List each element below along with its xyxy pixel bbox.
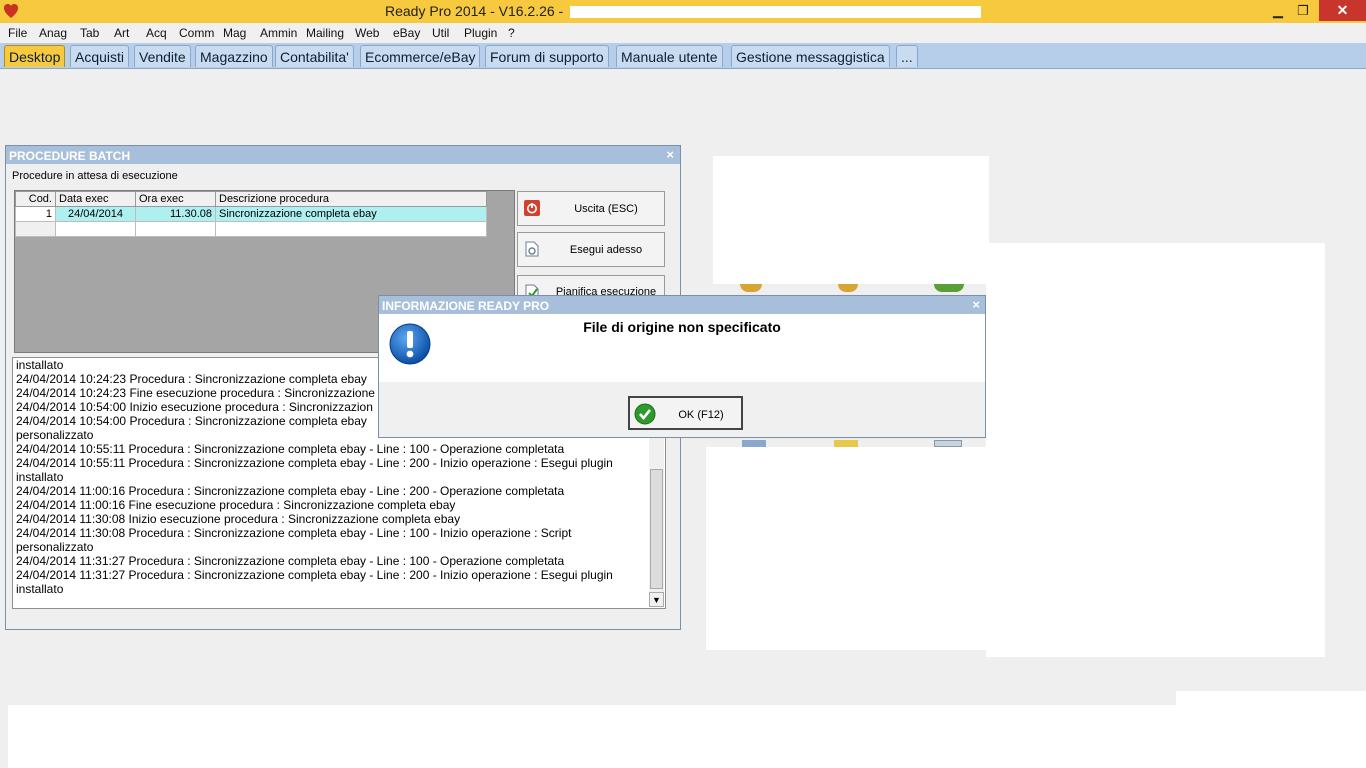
tab-forum[interactable]: Forum di supporto: [485, 45, 609, 67]
tab-acquisti[interactable]: Acquisti: [70, 45, 130, 67]
info-close-icon[interactable]: ×: [972, 297, 980, 312]
tab-desktop[interactable]: Desktop: [4, 45, 66, 67]
menu-file[interactable]: File: [8, 26, 27, 40]
ok-button[interactable]: OK (F12): [628, 396, 743, 430]
close-button[interactable]: ✕: [1319, 0, 1366, 21]
cell-empty: [135, 221, 216, 237]
log-line: personalizzato: [16, 540, 94, 554]
batch-window-title: PROCEDURE BATCH: [9, 149, 131, 163]
menu-art[interactable]: Art: [114, 26, 129, 40]
column-header-cod[interactable]: Cod.: [15, 191, 56, 207]
minimize-button[interactable]: ▁: [1266, 2, 1290, 20]
menu-comm[interactable]: Comm: [179, 26, 214, 40]
menu-plugin[interactable]: Plugin: [464, 26, 497, 40]
column-header-ora-exec[interactable]: Ora exec: [135, 191, 216, 207]
run-now-button-label: Esegui adesso: [569, 244, 643, 256]
cell-descrizione: Sincronizzazione completa ebay: [215, 206, 487, 222]
log-line: 24/04/2014 11:31:27 Procedura : Sincroni…: [16, 554, 565, 568]
ready-pro-app-icon[interactable]: [4, 3, 18, 19]
tab-contabilita[interactable]: Contabilita': [275, 45, 354, 67]
menu-ammin[interactable]: Ammin: [260, 26, 297, 40]
log-line: 24/04/2014 11:30:08 Inizio esecuzione pr…: [16, 512, 461, 526]
batch-close-icon[interactable]: ×: [666, 147, 674, 162]
menu-help[interactable]: ?: [508, 26, 515, 40]
log-scrollbar-thumb[interactable]: [650, 469, 663, 589]
redacted-title-area: [570, 6, 981, 18]
menu-mag[interactable]: Mag: [223, 26, 246, 40]
run-now-button[interactable]: Esegui adesso: [517, 232, 665, 267]
table-header-row: Cod. Data exec Ora exec Descrizione proc…: [15, 191, 487, 207]
log-line: 24/04/2014 11:00:16 Fine esecuzione proc…: [16, 498, 456, 512]
menu-acq[interactable]: Acq: [146, 26, 167, 40]
menu-tab[interactable]: Tab: [80, 26, 99, 40]
menu-util[interactable]: Util: [432, 26, 449, 40]
redacted-area: [1176, 691, 1366, 711]
redacted-area: [986, 243, 1325, 657]
redacted-area: [713, 156, 989, 284]
batch-window-header: PROCEDURE BATCH ×: [6, 146, 680, 164]
desktop-icon[interactable]: [740, 284, 762, 292]
log-line: 24/04/2014 10:55:11 Procedura : Sincroni…: [16, 442, 565, 456]
procedures-table: Cod. Data exec Ora exec Descrizione proc…: [15, 191, 487, 237]
info-dialog-title: INFORMAZIONE READY PRO: [382, 299, 550, 313]
info-dialog: INFORMAZIONE READY PRO × File di origine…: [378, 295, 986, 438]
desktop-icon[interactable]: [742, 440, 766, 447]
redacted-area: [706, 447, 988, 650]
tab-ecommerce-ebay[interactable]: Ecommerce/eBay: [360, 45, 481, 67]
tab-messaggistica[interactable]: Gestione messaggistica: [731, 45, 890, 67]
menu-web[interactable]: Web: [355, 26, 379, 40]
desktop-icon[interactable]: [934, 440, 962, 447]
log-line: 24/04/2014 11:31:27 Procedura : Sincroni…: [16, 568, 613, 582]
log-line: installato: [16, 470, 64, 484]
desktop-icon[interactable]: [838, 284, 858, 292]
tab-vendite[interactable]: Vendite: [134, 45, 191, 67]
redacted-area: [8, 705, 1366, 768]
tab-more[interactable]: ...: [896, 45, 918, 67]
power-icon: [524, 200, 540, 216]
log-line: 24/04/2014 11:30:08 Procedura : Sincroni…: [16, 526, 572, 540]
cell-ora-exec: 11.30.08: [135, 206, 216, 222]
window-title: Ready Pro 2014 - V16.2.26 -: [385, 3, 564, 19]
info-dialog-header: INFORMAZIONE READY PRO ×: [379, 296, 985, 314]
log-line: installato: [16, 582, 64, 596]
table-row[interactable]: 1 24/04/2014 11.30.08 Sincronizzazione c…: [15, 206, 487, 222]
tab-magazzino[interactable]: Magazzino: [195, 45, 273, 67]
column-header-data-exec[interactable]: Data exec: [55, 191, 136, 207]
schedule-button[interactable]: Pianifica esecuzione: [517, 275, 665, 297]
exit-button[interactable]: Uscita (ESC): [517, 191, 665, 226]
menu-ebay[interactable]: eBay: [393, 26, 420, 40]
cell-data-exec: 24/04/2014: [55, 206, 136, 222]
document-gear-icon: [525, 241, 539, 257]
menu-anag[interactable]: Anag: [39, 26, 67, 40]
table-row-empty[interactable]: [15, 221, 487, 237]
desktop-icon[interactable]: [834, 440, 858, 447]
cell-empty: [215, 221, 487, 237]
exit-button-label: Uscita (ESC): [574, 203, 638, 215]
tab-bar: Desktop Acquisti Vendite Magazzino Conta…: [0, 43, 1366, 69]
log-line: 24/04/2014 10:55:11 Procedura : Sincroni…: [16, 456, 613, 470]
info-dialog-body: File di origine non specificato: [379, 314, 985, 382]
scroll-down-icon[interactable]: ▼: [649, 592, 664, 607]
menu-bar: File Anag Tab Art Acq Comm Mag Ammin Mai…: [0, 23, 1366, 43]
log-line: 24/04/2014 11:00:16 Procedura : Sincroni…: [16, 484, 565, 498]
desktop-icon[interactable]: [934, 284, 964, 292]
cell-empty: [15, 221, 56, 237]
info-message: File di origine non specificato: [583, 319, 781, 335]
pending-procedures-label: Procedure in attesa di esecuzione: [12, 170, 178, 182]
tab-manuale[interactable]: Manuale utente: [616, 45, 723, 67]
restore-button[interactable]: ❐: [1291, 2, 1315, 20]
ok-button-label: OK (F12): [678, 409, 724, 421]
column-header-descrizione[interactable]: Descrizione procedura: [215, 191, 487, 207]
title-bar: Ready Pro 2014 - V16.2.26 - ▁ ❐ ✕: [0, 0, 1366, 23]
menu-mailing[interactable]: Mailing: [306, 26, 344, 40]
checkmark-icon: [634, 403, 656, 425]
cell-cod: 1: [15, 206, 56, 222]
cell-empty: [55, 221, 136, 237]
